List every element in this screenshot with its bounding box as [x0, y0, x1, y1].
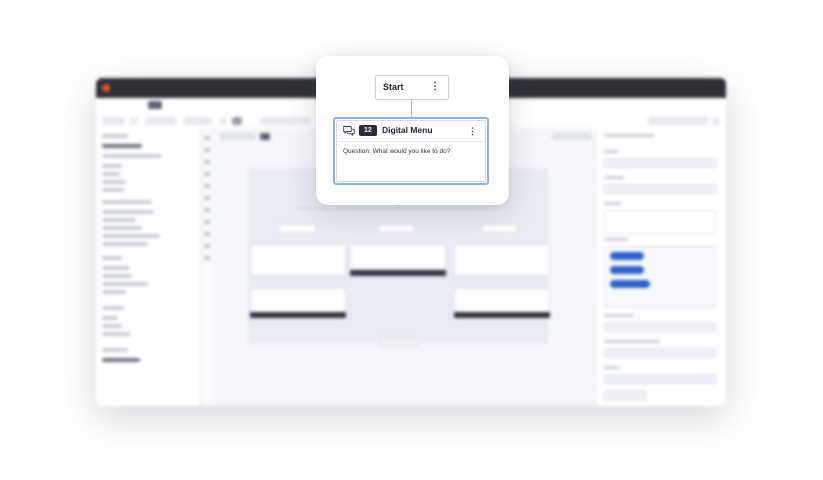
rail-icon	[204, 184, 210, 188]
flow-node	[454, 244, 550, 276]
toolbar-chip	[712, 117, 720, 125]
left-panel-row	[102, 226, 142, 230]
left-panel-row	[102, 256, 122, 260]
app-logo-icon	[102, 84, 110, 92]
panel-label	[604, 202, 622, 205]
rail-icon	[204, 148, 210, 152]
flow-node	[250, 244, 346, 276]
left-panel-row	[102, 358, 140, 362]
kebab-icon[interactable]: ⋮	[430, 82, 440, 92]
toolbar-chip	[146, 117, 176, 125]
rail-icon	[204, 256, 210, 260]
flow-node-bar	[350, 270, 446, 276]
left-panel-row	[102, 290, 126, 294]
toolbar-chip	[260, 117, 310, 125]
header-badge	[148, 101, 162, 109]
left-panel-row	[102, 266, 130, 270]
menu-node-header: 12 Digital Menu ⋮	[337, 121, 485, 142]
canvas-chip	[480, 224, 518, 233]
flow-node	[454, 288, 550, 314]
connector-line	[296, 208, 502, 209]
panel-label	[604, 150, 618, 153]
left-panel-row	[102, 164, 122, 168]
start-node[interactable]: Start ⋮	[375, 75, 449, 100]
panel-label	[604, 366, 620, 369]
toolbar-chip	[184, 117, 212, 125]
left-panel-row	[102, 188, 124, 192]
menu-node-title: Digital Menu	[382, 125, 433, 135]
panel-pill	[610, 280, 650, 288]
rail-icon	[204, 220, 210, 224]
panel-field	[604, 210, 716, 234]
canvas-chip	[378, 224, 416, 233]
left-panel-row	[102, 242, 148, 246]
panel-field	[604, 322, 716, 332]
canvas-chip	[260, 133, 270, 140]
toolbar-chip	[220, 117, 226, 125]
panel-label	[604, 176, 624, 179]
panel-label	[604, 340, 660, 343]
left-panel-row	[102, 218, 136, 222]
left-panel-row	[102, 348, 128, 352]
flow-node	[250, 288, 346, 314]
rail-icon	[204, 172, 210, 176]
left-panel-row	[102, 200, 152, 204]
left-panel-row	[102, 172, 120, 176]
start-node-label: Start	[383, 82, 404, 92]
panel-field	[604, 374, 716, 384]
panel-label	[604, 314, 634, 317]
rail-icon	[204, 196, 210, 200]
panel-field	[604, 158, 716, 168]
left-panel-row	[102, 154, 162, 158]
flow-node-bar	[250, 312, 346, 318]
properties-panel	[595, 128, 726, 406]
node-connector	[411, 99, 412, 118]
left-panel-row	[102, 234, 160, 238]
rail-icon	[204, 232, 210, 236]
chat-bubbles-icon	[343, 126, 355, 136]
panel-field	[604, 348, 716, 358]
left-panel-row	[102, 282, 148, 286]
left-panel-row	[102, 144, 142, 148]
canvas-chip	[552, 133, 592, 140]
left-panel-row	[102, 306, 124, 310]
panel-field	[604, 184, 716, 194]
menu-node-body: 12 Digital Menu ⋮ Question: What would y…	[336, 120, 486, 182]
left-panel-row	[102, 316, 118, 320]
toolbar-chip	[232, 117, 242, 125]
rail-icon	[204, 244, 210, 248]
search-field	[648, 117, 708, 125]
digital-menu-node[interactable]: 12 Digital Menu ⋮ Question: What would y…	[333, 117, 489, 185]
menu-node-question: Question: What would you like to do?	[343, 148, 451, 155]
left-panel-row	[102, 180, 126, 184]
toolbar-chip	[130, 117, 138, 125]
left-panel-row	[102, 324, 122, 328]
focus-card: Start ⋮ 12 Digital Menu ⋮ Question: What…	[316, 56, 509, 205]
toolbar-chip	[102, 117, 124, 125]
flow-node	[350, 244, 446, 270]
panel-label	[604, 134, 654, 137]
panel-pill	[610, 266, 644, 274]
panel-button	[604, 390, 646, 400]
kebab-icon[interactable]: ⋮	[468, 126, 477, 136]
rail-icon	[204, 136, 210, 140]
canvas-chip	[278, 224, 316, 233]
node-id-badge: 12	[359, 125, 377, 136]
left-panel-row	[102, 134, 128, 138]
left-panel	[96, 128, 201, 406]
flow-node-bar	[454, 312, 550, 318]
panel-label	[604, 238, 628, 241]
rail-icon	[204, 208, 210, 212]
icon-rail	[201, 128, 213, 406]
left-panel-row	[102, 274, 132, 278]
canvas-chip	[220, 133, 256, 140]
left-panel-row	[102, 210, 154, 214]
canvas-chip	[380, 338, 418, 347]
left-panel-row	[102, 332, 130, 336]
rail-icon	[204, 160, 210, 164]
panel-pill	[610, 252, 644, 260]
